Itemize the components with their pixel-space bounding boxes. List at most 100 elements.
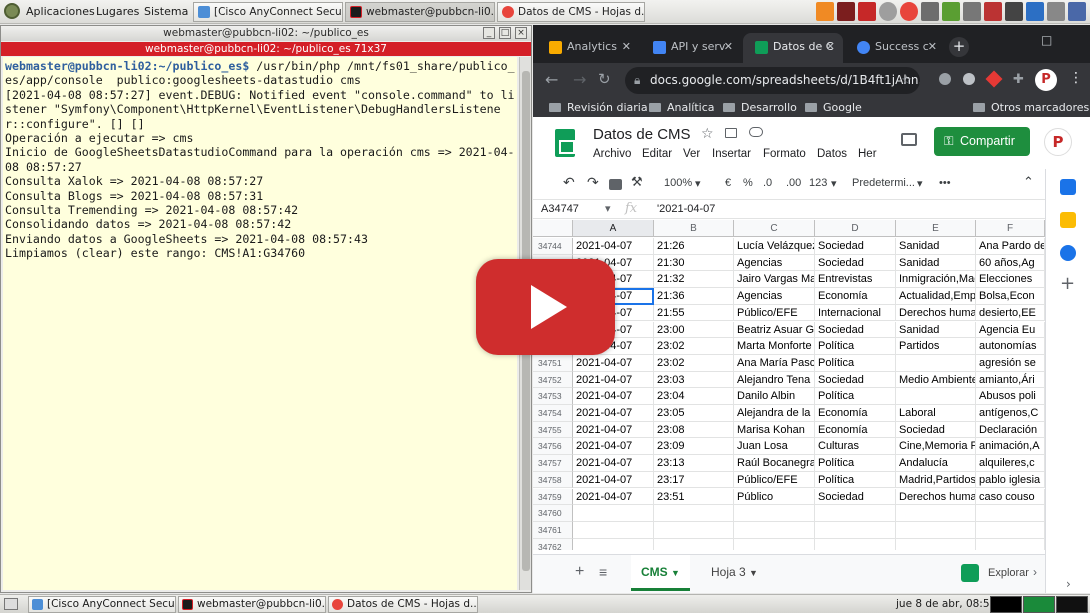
camera-icon[interactable] [1005, 2, 1023, 21]
cell-e[interactable] [896, 521, 976, 539]
collapse-toolbar-icon[interactable]: ⌃ [1023, 174, 1034, 190]
cell-a[interactable]: 2021-04-07 [573, 405, 654, 422]
cell-d[interactable]: Política [815, 354, 896, 372]
cell-e[interactable]: Derechos human [896, 488, 976, 506]
cell-c[interactable]: Lucía Velázquez [734, 238, 815, 255]
document-title[interactable]: Datos de CMS [593, 126, 691, 143]
app-red-icon[interactable] [858, 2, 876, 21]
menu-lugares[interactable]: Lugares [96, 5, 139, 18]
cell-c[interactable]: Público/EFE [734, 471, 815, 489]
cell-f[interactable]: caso couso [976, 488, 1045, 506]
cell-d[interactable]: Sociedad [815, 238, 896, 255]
cell-b[interactable]: 23:51 [654, 488, 734, 506]
cell-d[interactable]: Sociedad [815, 321, 896, 339]
cell-b[interactable]: 23:08 [654, 421, 734, 439]
cell-b[interactable] [654, 505, 734, 522]
cell-c[interactable]: Marta Monforte J [734, 338, 815, 355]
cell-b[interactable]: 21:36 [654, 288, 734, 305]
bars-icon[interactable] [1047, 2, 1065, 21]
cell-f[interactable]: alquileres,c [976, 455, 1045, 472]
reload-icon[interactable]: ↻ [598, 70, 611, 88]
cell-a[interactable] [573, 538, 654, 550]
cell-b[interactable]: 23:05 [654, 405, 734, 422]
menu-archivo[interactable]: Archivo [593, 148, 631, 160]
cell-f[interactable]: Bolsa,Econ [976, 288, 1045, 305]
cell-a[interactable]: 2021-04-07 [573, 354, 654, 372]
cell-f[interactable]: 60 años,Ag [976, 254, 1045, 272]
menu-datos[interactable]: Datos [817, 148, 847, 160]
close-icon[interactable]: × [515, 27, 527, 39]
cell-a[interactable]: 2021-04-07 [573, 471, 654, 489]
extension-icon[interactable] [985, 70, 1003, 88]
cell-c[interactable]: Público [734, 488, 815, 506]
paint-format-icon[interactable]: ⚒ [631, 174, 643, 190]
cell-d[interactable] [815, 538, 896, 550]
extension-icon[interactable] [939, 73, 951, 85]
share-button[interactable]: ⚿ Compartir [934, 127, 1030, 156]
cell-c[interactable]: Marisa Kohan [734, 421, 815, 439]
row-number[interactable]: 34758 [533, 471, 573, 489]
cell-a[interactable] [573, 505, 654, 522]
cell-f[interactable]: pablo iglesia [976, 471, 1045, 489]
cell-c[interactable]: Raúl Bocanegra [734, 455, 815, 472]
move-folder-icon[interactable] [725, 128, 737, 138]
close-icon[interactable]: ✕ [622, 33, 631, 61]
cell-b[interactable]: 23:00 [654, 321, 734, 339]
menu-insertar[interactable]: Insertar [712, 148, 751, 160]
chevron-down-icon[interactable]: ▼ [749, 568, 758, 578]
row-number[interactable]: 34762 [533, 538, 573, 550]
cell-b[interactable] [654, 521, 734, 539]
cell-d[interactable]: Política [815, 338, 896, 355]
cell-e[interactable]: Madrid,Partidos [896, 471, 976, 489]
cell-d[interactable]: Economía [815, 421, 896, 439]
terminal-titlebar[interactable]: webmaster@pubbcn-li02: ~/publico_es _ □ … [1, 26, 531, 41]
bookmark-otros[interactable]: Otros marcadores [973, 99, 1089, 117]
row-number[interactable]: 34744 [533, 238, 573, 255]
task-chrome[interactable]: Datos de CMS - Hojas d... [497, 2, 645, 22]
cell-b[interactable]: 23:17 [654, 471, 734, 489]
task-chrome[interactable]: Datos de CMS - Hojas d... [328, 596, 478, 613]
distro-logo-icon[interactable] [4, 3, 20, 19]
number-format-button[interactable]: 123 [809, 177, 827, 189]
cell-e[interactable]: Sociedad [896, 421, 976, 439]
terminal-output[interactable]: webmaster@pubbcn-li02:~/publico_es$ /usr… [3, 57, 517, 590]
menu-herramientas[interactable]: Her [858, 148, 877, 160]
cell-c[interactable] [734, 538, 815, 550]
menu-formato[interactable]: Formato [763, 148, 806, 160]
cell-e[interactable]: Sanidad [896, 321, 976, 339]
cell-e[interactable]: Partidos [896, 338, 976, 355]
row-number[interactable]: 34754 [533, 405, 573, 422]
column-header[interactable]: E [896, 220, 976, 237]
cell-c[interactable]: Juan Losa [734, 438, 815, 456]
cell-b[interactable]: 21:55 [654, 304, 734, 322]
cell-f[interactable]: Agencia Eu [976, 321, 1045, 339]
cell-e[interactable] [896, 354, 976, 372]
bookmark-revision[interactable]: Revisión diaria [549, 99, 648, 117]
tasks-icon[interactable] [1060, 245, 1076, 261]
sublime-icon[interactable] [816, 2, 834, 21]
column-header[interactable]: B [654, 220, 734, 237]
bookmark-google[interactable]: Google [805, 99, 862, 117]
cell-f[interactable]: antígenos,C [976, 405, 1045, 422]
cell-b[interactable]: 23:09 [654, 438, 734, 456]
row-number[interactable]: 34756 [533, 438, 573, 456]
cell-e[interactable]: Inmigración,Mad [896, 271, 976, 289]
font-select[interactable]: Predetermi... [852, 177, 915, 189]
keep-icon[interactable] [1060, 212, 1076, 228]
cell-d[interactable]: Política [815, 471, 896, 489]
cell-d[interactable]: Política [815, 455, 896, 472]
tab-analytics[interactable]: Analytics ✕ [537, 33, 639, 63]
cell-b[interactable]: 23:04 [654, 388, 734, 405]
column-header[interactable]: A [573, 220, 654, 237]
row-number[interactable]: 34761 [533, 521, 573, 539]
cell-a[interactable]: 2021-04-07 [573, 371, 654, 389]
new-tab-button[interactable]: + [949, 37, 969, 57]
cell-d[interactable]: Economía [815, 405, 896, 422]
cell-e[interactable]: Andalucía [896, 455, 976, 472]
task-terminal[interactable]: webmaster@pubbcn-li0... [345, 2, 495, 22]
cell-b[interactable]: 23:13 [654, 455, 734, 472]
currency-format-button[interactable]: € [725, 177, 731, 189]
cell-e[interactable]: Laboral [896, 405, 976, 422]
minimize-icon[interactable]: _ [483, 27, 495, 39]
cell-f[interactable]: desierto,EE [976, 304, 1045, 322]
